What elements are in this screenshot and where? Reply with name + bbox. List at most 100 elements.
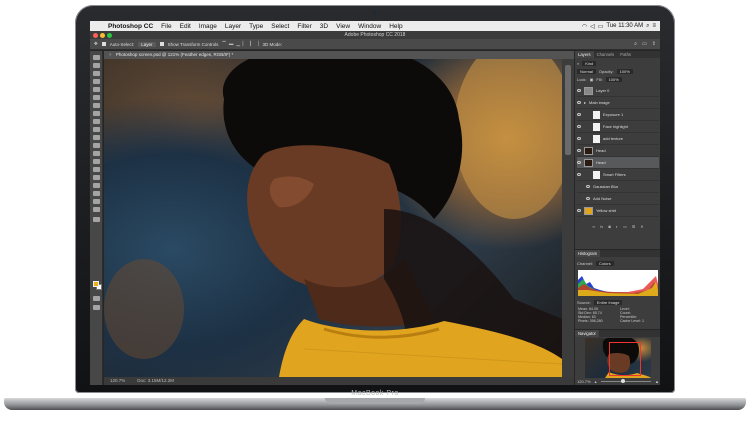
visibility-eye-icon[interactable]	[586, 197, 590, 200]
dodge-tool-icon[interactable]	[93, 159, 100, 164]
menu-app-name[interactable]: Photoshop CC	[104, 23, 157, 30]
quick-select-tool-icon[interactable]	[93, 79, 100, 84]
lock-icon[interactable]: ▣	[590, 77, 594, 82]
gradient-tool-icon[interactable]	[93, 143, 100, 148]
lasso-tool-icon[interactable]	[93, 71, 100, 76]
eyedropper-tool-icon[interactable]	[93, 95, 100, 100]
navigator-view-box[interactable]	[609, 342, 641, 376]
visibility-eye-icon[interactable]	[577, 161, 581, 164]
adjustment-icon[interactable]: ◐	[616, 224, 618, 230]
visibility-eye-icon[interactable]	[577, 209, 581, 212]
visibility-eye-icon[interactable]	[577, 149, 581, 152]
layer-row[interactable]: add texture	[577, 133, 659, 145]
menu-list-icon[interactable]: ≡	[652, 23, 656, 29]
screen-mode-icon[interactable]	[93, 305, 100, 310]
menu-view[interactable]: View	[332, 23, 354, 30]
menu-file[interactable]: File	[157, 23, 175, 30]
link-icon[interactable]: ∞	[592, 224, 595, 230]
layer-row[interactable]: Face highlight	[577, 121, 659, 133]
source-dropdown[interactable]: Entire Image	[593, 299, 623, 305]
crop-tool-icon[interactable]	[93, 87, 100, 92]
layer-row[interactable]: Smart Filters	[577, 169, 659, 181]
fx-icon[interactable]: fx	[600, 224, 603, 230]
share-icon[interactable]: ⇪	[652, 41, 656, 47]
path-select-tool-icon[interactable]	[93, 183, 100, 188]
search-icon[interactable]: ⌕	[646, 23, 649, 30]
menu-window[interactable]: Window	[354, 23, 385, 30]
visibility-eye-icon[interactable]	[577, 137, 581, 140]
close-icon[interactable]: ×	[109, 52, 112, 57]
scrollbar-thumb[interactable]	[565, 65, 571, 155]
menu-image[interactable]: Image	[195, 23, 221, 30]
menu-edit[interactable]: Edit	[176, 23, 195, 30]
zoom-slider[interactable]	[600, 379, 652, 383]
layer-row[interactable]: Layer 0	[577, 85, 659, 97]
move-tool-icon[interactable]	[93, 55, 100, 60]
shape-tool-icon[interactable]	[93, 191, 100, 196]
align-bottom-icon[interactable]: ▁	[236, 41, 239, 47]
doc-info[interactable]: Doc: 3.15M/12.2M	[137, 377, 174, 385]
pen-tool-icon[interactable]	[93, 167, 100, 172]
menubar-clock[interactable]: Tue 11:30 AM	[606, 23, 643, 29]
channel-dropdown[interactable]: Colors	[596, 260, 614, 266]
tab-paths[interactable]: Paths	[617, 51, 634, 58]
healing-tool-icon[interactable]	[93, 103, 100, 108]
more-tools-icon[interactable]	[93, 217, 100, 222]
navigator-thumbnail[interactable]	[585, 338, 651, 378]
hand-tool-icon[interactable]	[93, 199, 100, 204]
search-icon[interactable]: ⌕	[634, 41, 637, 47]
tab-channels[interactable]: Channels	[594, 51, 618, 58]
visibility-eye-icon[interactable]	[586, 185, 590, 188]
type-tool-icon[interactable]	[93, 175, 100, 180]
menu-layer[interactable]: Layer	[221, 23, 245, 30]
auto-select-checkbox[interactable]	[101, 42, 106, 46]
align-left-icon[interactable]: ▏	[243, 41, 246, 47]
auto-select-dropdown[interactable]: Layer	[138, 41, 156, 47]
opacity-field[interactable]: 100%	[616, 68, 633, 74]
maximize-icon[interactable]	[107, 32, 112, 38]
align-center-icon[interactable]: ┃	[249, 41, 252, 47]
tab-layers[interactable]: Layers	[575, 51, 594, 58]
visibility-eye-icon[interactable]	[577, 125, 581, 128]
mask-icon[interactable]: ◙	[608, 224, 610, 230]
align-top-icon[interactable]: ▔	[222, 41, 225, 47]
quick-mask-icon[interactable]	[93, 296, 100, 301]
move-tool-icon[interactable]: ✥	[94, 41, 98, 47]
navigator-title[interactable]: Navigator	[575, 330, 599, 337]
layer-group-row[interactable]: ▸ Main image	[577, 97, 659, 109]
navigator-zoom-value[interactable]: 120.7%	[577, 379, 591, 384]
visibility-eye-icon[interactable]	[577, 101, 581, 104]
layer-row[interactable]: Yellow shirt	[577, 205, 659, 217]
eraser-tool-icon[interactable]	[93, 135, 100, 140]
menu-help[interactable]: Help	[385, 23, 406, 30]
document-tab[interactable]: × Photoshop screen.psd @ 121% (Feather e…	[104, 51, 574, 59]
wifi-icon[interactable]: ◠	[582, 23, 587, 30]
workspace-icon[interactable]: ▭	[642, 41, 647, 47]
zoom-in-icon[interactable]: ▲	[655, 379, 659, 384]
history-brush-tool-icon[interactable]	[93, 127, 100, 132]
filter-kind-dropdown[interactable]: Kind	[582, 60, 597, 66]
new-layer-icon[interactable]: ⊞	[632, 224, 635, 230]
visibility-eye-icon[interactable]	[577, 113, 581, 116]
trash-icon[interactable]: ✕	[640, 224, 643, 230]
visibility-eye-icon[interactable]	[577, 89, 581, 92]
menu-filter[interactable]: Filter	[293, 23, 315, 30]
blend-mode-dropdown[interactable]: Normal	[577, 68, 596, 74]
foreground-color-swatch[interactable]	[93, 281, 99, 287]
visibility-eye-icon[interactable]	[577, 173, 581, 176]
filter-row[interactable]: Add Noise	[577, 193, 659, 205]
battery-icon[interactable]: ▭	[598, 23, 604, 30]
clone-stamp-tool-icon[interactable]	[93, 119, 100, 124]
minimize-icon[interactable]	[100, 32, 105, 38]
align-middle-icon[interactable]: ▬	[229, 41, 234, 47]
layer-row[interactable]: Head	[577, 145, 659, 157]
align-right-icon[interactable]: ▕	[255, 41, 258, 47]
close-icon[interactable]	[93, 32, 98, 38]
filter-row[interactable]: Gaussian Blur	[577, 181, 659, 193]
layer-row[interactable]: Exposure 1	[577, 109, 659, 121]
marquee-tool-icon[interactable]	[93, 63, 100, 68]
volume-icon[interactable]: ◁	[590, 23, 595, 30]
zoom-out-icon[interactable]: ▴	[595, 379, 597, 384]
document-canvas[interactable]	[104, 59, 562, 377]
filter-icon[interactable]: ⌕	[577, 61, 579, 66]
